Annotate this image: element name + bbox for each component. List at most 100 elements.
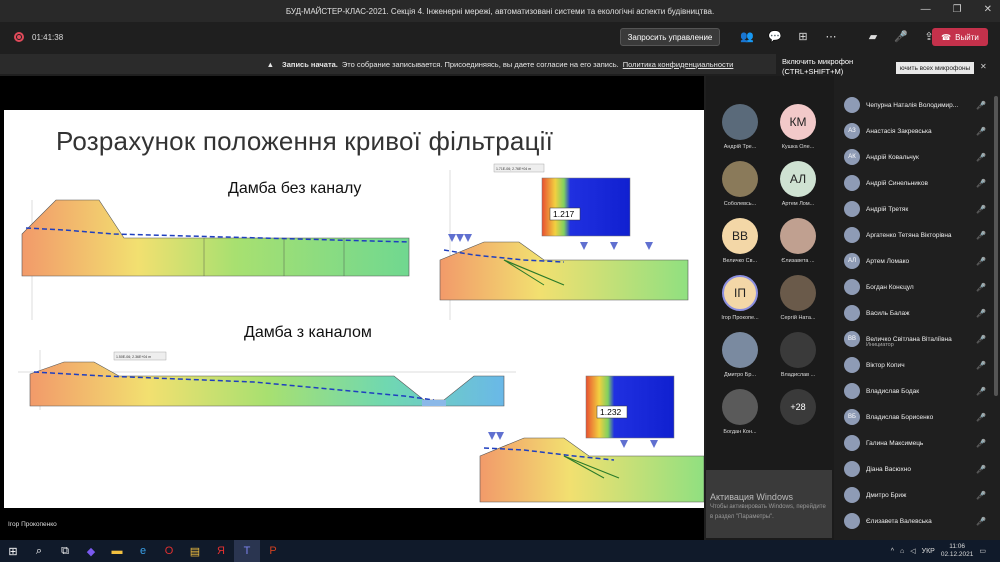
participant-tile[interactable]: Єлизавета ... [770,218,826,274]
participant-tile[interactable]: Соболевсь... [712,161,768,217]
meeting-timer: 01:41:38 [32,32,64,42]
app-icon[interactable]: ◆ [78,540,104,562]
participant-row[interactable]: Чепурна Наталія Володимир... 🎤 [836,92,1000,118]
camera-off-icon[interactable]: ▰ [866,28,880,44]
mic-off-icon[interactable]: 🎤 [976,283,986,292]
participant-tile[interactable]: Владислав ... [770,332,826,388]
more-participants-tile[interactable]: +28 [770,389,826,445]
start-icon[interactable]: ⊞ [0,540,26,562]
chat-icon[interactable]: 💬 [768,28,782,44]
powerpoint-icon[interactable]: P [260,540,286,562]
participants-icon[interactable]: 👥 [740,28,754,44]
mic-off-icon[interactable]: 🎤 [976,465,986,474]
mic-off-icon[interactable]: 🎤 [976,127,986,136]
avatar [844,175,860,191]
participant-tile[interactable]: Андрій Тре... [712,104,768,160]
rooms-icon[interactable]: ⊞ [796,28,810,44]
more-icon[interactable]: ⋯ [824,28,838,44]
window-titlebar: БУД-МАЙСТЕР-КЛАС-2021. Секція 4. Інженер… [0,0,1000,22]
mic-off-icon[interactable]: 🎤 [976,361,986,370]
maximize-button[interactable]: ❐ [953,4,962,15]
network-icon[interactable]: ⌂ [900,548,904,555]
mic-off-icon[interactable]: 🎤 [976,257,986,266]
tile-name: Кушка Оле... [781,144,815,150]
mic-off-icon[interactable]: 🎤 [976,231,986,240]
participant-row[interactable]: Андрій Третяк 🎤 [836,196,1000,222]
avatar: АЛ [780,161,816,197]
participant-row[interactable]: Галина Максимець 🎤 [836,430,1000,456]
participant-name: Аргатенко Тетяна Вікторівна [866,231,952,239]
yandex-icon[interactable]: Я [208,540,234,562]
safety-factor-1: 1.217 [553,209,575,219]
leave-button[interactable]: ☎ Выйти [932,28,988,46]
avatar: КМ [780,104,816,140]
teams-icon[interactable]: T [234,540,260,562]
participant-row[interactable]: ВВ Величко Світлана Віталіївна Инициатор 🎤 [836,326,1000,352]
privacy-link[interactable]: Политика конфиденциальности [623,60,734,69]
participant-tile[interactable]: АЛ Артем Лом... [770,161,826,217]
mic-off-icon[interactable]: 🎤 [976,205,986,214]
participant-row[interactable]: Дмитро Бриж 🎤 [836,482,1000,508]
tray-arrow-icon[interactable]: ^ [891,548,894,555]
participant-name: Єлизавета Валевська [866,517,932,525]
participant-tile[interactable]: КМ Кушка Оле... [770,104,826,160]
participant-row[interactable]: Віктор Копич 🎤 [836,352,1000,378]
mic-off-icon[interactable]: 🎤 [976,439,986,448]
participant-row[interactable]: Єлизавета Валевська 🎤 [836,508,1000,534]
folder-icon[interactable]: ▬ [104,540,130,562]
unmute-all-button[interactable]: ючить всех микрофоны [896,62,974,74]
toolbar-icons: 👥 💬 ⊞ ⋯ ▰ 🎤 ⇪ [740,28,936,44]
close-button[interactable]: ✕ [984,4,992,15]
volume-icon[interactable]: ◁ [910,547,915,555]
mic-off-icon[interactable]: 🎤 [976,309,986,318]
mic-off-icon[interactable]: 🎤 [976,491,986,500]
participant-row[interactable]: Андрій Синельников 🎤 [836,170,1000,196]
avatar: АЗ [844,123,860,139]
tile-name: Владислав ... [780,372,816,378]
participant-row[interactable]: АЛ Артем Ломако 🎤 [836,248,1000,274]
mic-off-icon[interactable]: 🎤 [894,28,908,44]
participant-tile[interactable]: ІП Ігор Прокопе... [712,275,768,331]
minimize-button[interactable]: — [921,4,931,15]
mic-off-icon[interactable]: 🎤 [976,413,986,422]
keyboard-language[interactable]: УКР [922,548,935,555]
task-view-icon[interactable]: ⧉ [52,540,78,562]
mic-off-icon[interactable]: 🎤 [976,335,986,344]
mic-off-icon[interactable]: 🎤 [976,387,986,396]
participant-tile[interactable]: Сергій Ната... [770,275,826,331]
participant-row[interactable]: Владислав Бодак 🎤 [836,378,1000,404]
request-control-button[interactable]: Запросить управление [620,28,720,46]
watermark-title: Активация Windows [710,492,793,502]
participant-row[interactable]: АК Андрій Ковальчук 🎤 [836,144,1000,170]
close-tooltip-icon[interactable]: ✕ [980,62,987,71]
tile-name: Соболевсь... [723,201,757,207]
mic-off-icon[interactable]: 🎤 [976,101,986,110]
avatar [844,461,860,477]
participant-row[interactable]: Богдан Конєцул 🎤 [836,274,1000,300]
avatar [844,227,860,243]
participant-tile[interactable]: Дмитро Бр... [712,332,768,388]
edge-icon[interactable]: e [130,540,156,562]
participant-tile[interactable]: ВВ Величко Св... [712,218,768,274]
store-icon[interactable]: ▤ [182,540,208,562]
participant-row[interactable]: ВБ Владислав Борисенко 🎤 [836,404,1000,430]
participant-name: Анастасія Закревська [866,127,932,135]
participant-row[interactable]: Василь Балаж 🎤 [836,300,1000,326]
participant-row[interactable]: Діана Васюхно 🎤 [836,456,1000,482]
shared-screen: Розрахунок положення кривої фільтрації Д… [0,76,704,540]
participants-scrollbar[interactable] [994,96,998,396]
search-icon[interactable]: ⌕ [26,540,52,562]
tile-name: Дмитро Бр... [724,372,756,378]
participant-name: Андрій Синельников [866,179,928,187]
mic-off-icon[interactable]: 🎤 [976,153,986,162]
participant-name: Владислав Бодак [866,387,920,395]
notifications-icon[interactable]: ▭ [979,547,986,555]
clock[interactable]: 11:06 02.12.2021 [941,543,974,559]
participant-row[interactable]: АЗ Анастасія Закревська 🎤 [836,118,1000,144]
participant-tile[interactable]: Богдан Кон... [712,389,768,445]
system-tray: ^ ⌂ ◁ УКР 11:06 02.12.2021 ▭ [891,540,986,562]
mic-off-icon[interactable]: 🎤 [976,179,986,188]
opera-icon[interactable]: O [156,540,182,562]
participant-row[interactable]: Аргатенко Тетяна Вікторівна 🎤 [836,222,1000,248]
mic-off-icon[interactable]: 🎤 [976,517,986,526]
